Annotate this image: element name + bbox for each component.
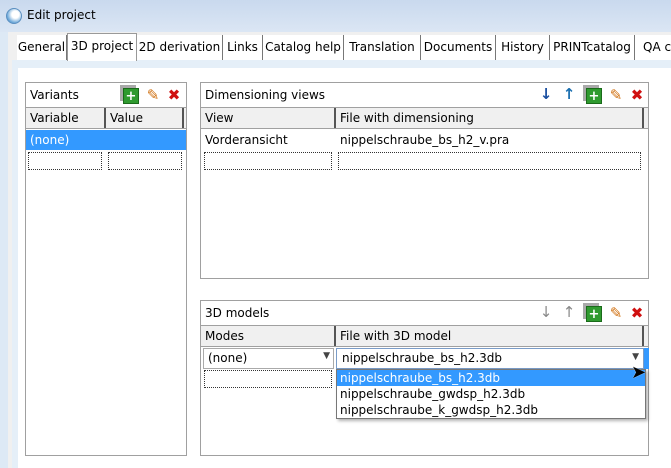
dimensioning-panel: Dimensioning views ↓ ↑ + ✎ ✖ View File w… <box>200 82 649 279</box>
dimensioning-header: View File with dimensioning <box>201 107 648 129</box>
new-row-variable[interactable] <box>28 152 102 170</box>
cell-view[interactable]: Vorderansicht <box>201 130 336 150</box>
arrow-up-icon[interactable]: ↑ <box>561 86 577 102</box>
variants-header: Variable Value <box>26 107 186 129</box>
models-header: Modes File with 3D model <box>201 325 648 347</box>
tab-2d-derivation[interactable]: 2D derivation <box>137 35 223 60</box>
new-row-mode[interactable] <box>204 370 332 388</box>
tab-3d-project[interactable]: 3D project <box>67 33 137 61</box>
title-bar: Edit project <box>0 0 671 32</box>
dropdown-option[interactable]: nippelschraube_gwdsp_h2.3db <box>337 386 645 402</box>
cell-file[interactable]: nippelschraube_bs_h2_v.pra <box>336 130 636 150</box>
new-row-value[interactable] <box>108 152 182 170</box>
column-3d-file[interactable]: File with 3D model <box>336 326 644 346</box>
table-row[interactable]: (none) <box>26 130 186 150</box>
column-file[interactable]: File with dimensioning <box>336 108 644 128</box>
new-row-file[interactable] <box>338 152 641 170</box>
chevron-down-icon[interactable]: ▼ <box>632 352 639 362</box>
file-dropdown-list: nippelschraube_bs_h2.3db nippelschraube_… <box>336 369 646 419</box>
dimensioning-title: Dimensioning views <box>205 88 326 102</box>
delete-icon[interactable]: ✖ <box>629 87 645 103</box>
tab-general[interactable]: General <box>17 35 67 60</box>
add-icon[interactable]: + <box>123 88 139 104</box>
tab-links[interactable]: Links <box>223 35 263 60</box>
tab-translation[interactable]: Translation <box>344 35 421 60</box>
mode-value: (none) <box>208 351 248 365</box>
file-value: nippelschraube_bs_h2.3db <box>342 351 503 365</box>
variants-title: Variants <box>30 88 79 102</box>
add-icon[interactable]: + <box>586 88 602 104</box>
tab-documents[interactable]: Documents <box>421 35 496 60</box>
mouse-cursor-icon: ➤ <box>631 362 647 383</box>
variants-panel: Variants + ✎ ✖ Variable Value (none) <box>25 82 187 456</box>
add-icon[interactable]: + <box>586 306 602 322</box>
tab-qa[interactable]: QA cl <box>635 35 671 60</box>
edit-icon[interactable]: ✎ <box>145 87 161 103</box>
delete-icon[interactable]: ✖ <box>629 305 645 321</box>
arrow-up-icon[interactable]: ↑ <box>561 304 577 320</box>
column-view[interactable]: View <box>201 108 336 128</box>
edit-icon[interactable]: ✎ <box>608 305 624 321</box>
new-row-view[interactable] <box>204 152 332 170</box>
window-title: Edit project <box>27 8 96 22</box>
tab-history[interactable]: History <box>496 35 550 60</box>
column-variable[interactable]: Variable <box>26 108 106 128</box>
arrow-down-icon[interactable]: ↓ <box>538 86 554 102</box>
column-modes[interactable]: Modes <box>201 326 336 346</box>
models-title: 3D models <box>205 306 270 320</box>
column-value[interactable]: Value <box>106 108 184 128</box>
file-select[interactable]: nippelschraube_bs_h2.3db ▼ <box>336 348 644 369</box>
dropdown-option[interactable]: nippelschraube_bs_h2.3db <box>337 370 645 386</box>
tab-catalog-help[interactable]: Catalog help <box>263 35 344 60</box>
delete-icon[interactable]: ✖ <box>166 87 182 103</box>
mode-select[interactable]: (none) ▼ <box>203 348 334 369</box>
tab-printcatalog[interactable]: PRINTcatalog <box>550 35 635 60</box>
arrow-down-icon[interactable]: ↓ <box>538 304 554 320</box>
dropdown-option[interactable]: nippelschraube_k_gwdsp_h2.3db <box>337 402 645 418</box>
edit-icon[interactable]: ✎ <box>608 87 624 103</box>
app-icon <box>6 8 22 24</box>
chevron-down-icon[interactable]: ▼ <box>323 351 330 361</box>
